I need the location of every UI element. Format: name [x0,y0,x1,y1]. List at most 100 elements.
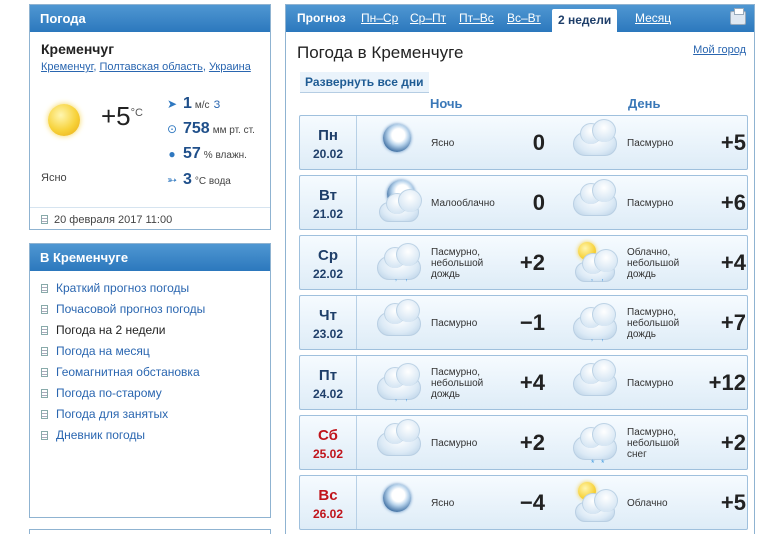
forecast-day-row[interactable]: Пт 24.02 ʼ ʼ Пасмурно, небольшой дождь +4 Пас… [299,355,748,410]
night-temperature: 0 [532,190,545,215]
forecast-tabs: Прогноз Пн–Ср Ср–Пт Пт–Вс Вс–Вт 2 недели… [286,5,754,32]
night-condition: Малооблачно [431,198,495,209]
humidity-unit: % влажн. [203,150,247,161]
city-menu-item-label: Дневник погоды [56,428,146,442]
day-date: 24.02 [312,387,344,401]
night-condition: Ясно [431,138,455,149]
current-temperature-value: +5 [101,101,131,131]
tab-wed-fri[interactable]: Ср–Пт [410,5,446,32]
document-icon [41,347,48,356]
city-menu-item-label: Краткий прогноз погоды [56,281,190,295]
cloud-rain-icon: ʼ ʼ [373,238,425,288]
tab-fri-sun[interactable]: Пт–Вс [459,5,494,32]
night-condition: Пасмурно, небольшой дождь [431,247,484,280]
tab-mon-wed[interactable]: Пн–Ср [361,5,398,32]
day-date: 21.02 [312,207,344,221]
day-name: Ср [318,247,338,264]
forecast-day-row[interactable]: Вс 26.02 Ясно −4 Облачно +5 [299,475,748,530]
document-icon [41,389,48,398]
cloud-snow-icon: * * [569,418,621,468]
day-separator [356,116,357,169]
my-city-link[interactable]: Мой город [693,44,746,56]
city-menu-item[interactable]: Дневник погоды [30,425,270,446]
location-breadcrumb: Кременчуг, Полтавская область, Украина [41,61,251,73]
night-column-header: Ночь [430,96,463,111]
city-menu-item-label: Погода на 2 недели [56,323,166,337]
city-menu-item[interactable]: Погода для занятых [30,404,270,425]
day-condition: Пасмурно [627,378,674,389]
city-menu-header: В Кременчуге [30,244,270,271]
tab-2-weeks[interactable]: 2 недели [552,9,618,32]
current-temperature: +5°C [101,101,143,132]
sun-cloud-rain-icon: ʼ ʼ [569,238,621,288]
forecast-day-row[interactable]: Пн 20.02 Ясно 0 Пасмурно +5 [299,115,748,170]
current-condition: Ясно [41,172,67,184]
cloud-icon [569,358,621,406]
tab-month[interactable]: Месяц [635,5,671,32]
day-condition: Облачно, небольшой дождь [627,247,680,280]
breadcrumb-city-link[interactable]: Кременчуг [41,61,93,73]
day-condition: Пасмурно, небольшой снег [627,427,680,460]
day-name: Пт [318,367,338,384]
day-name: Чт [319,307,337,324]
cloud-icon [373,298,425,346]
city-menu-item[interactable]: Геомагнитная обстановка [30,362,270,383]
day-date: 23.02 [312,327,344,341]
humidity-value: 57 [183,145,201,162]
night-condition: Пасмурно, небольшой дождь [431,367,484,400]
moon-cloud-icon [373,178,425,226]
wind-icon: ➤ [166,97,178,111]
document-icon [41,431,48,440]
humidity-stat: ● 57% влажн. [165,145,247,163]
city-menu-item: Погода на 2 недели [30,320,270,341]
breadcrumb-country-link[interactable]: Украина [209,61,251,73]
city-name: Кременчуг [41,41,115,57]
night-temperature: +4 [519,370,545,395]
water-value: 3 [183,171,192,188]
current-weather-header: Погода [30,5,270,32]
city-menu-item[interactable]: Почасовой прогноз погоды [30,299,270,320]
city-menu-item-label: Погода для занятых [56,407,169,421]
wind-direction: З [213,99,221,111]
forecast-day-row[interactable]: Чт 23.02 Пасмурно −1 ʼ ʼ Пасмурно, небольшой … [299,295,748,350]
day-name: Вс [318,487,338,504]
next-panel-edge [29,529,271,534]
document-icon [41,326,48,335]
day-date: 25.02 [312,447,344,461]
breadcrumb-region-link[interactable]: Полтавская область [99,61,202,73]
night-condition: Ясно [431,498,455,509]
forecast-day-row[interactable]: Вт 21.02 Малооблачно 0 Пасмурно +6 [299,175,748,230]
tab-sun-tue[interactable]: Вс–Вт [507,5,541,32]
day-name: Пн [318,127,338,144]
expand-all-days-button[interactable]: Развернуть все дни [300,72,429,93]
city-menu-panel: В Кременчуге Краткий прогноз погоды Почас… [29,243,271,518]
forecast-day-row[interactable]: Ср 22.02 ʼ ʼ Пасмурно, небольшой дождь +2 ʼ ʼ… [299,235,748,290]
water-unit: °С вода [194,176,231,187]
print-icon[interactable] [730,8,746,25]
city-menu-item-label: Погода по-старому [56,386,162,400]
cloud-icon [569,118,621,166]
night-condition: Пасмурно [431,318,478,329]
day-condition: Пасмурно, небольшой дождь [627,307,680,340]
tab-forecast[interactable]: Прогноз [297,5,346,32]
cloud-rain-icon: ʼ ʼ [373,358,425,408]
city-menu-item[interactable]: Погода по-старому [30,383,270,404]
current-temperature-unit: °C [130,107,143,119]
day-separator [356,236,357,289]
water-stat: ➳ 3 °С вода [165,171,231,189]
day-separator [356,476,357,529]
day-separator [356,416,357,469]
document-icon [41,284,48,293]
day-temperature: +7 [720,310,746,335]
day-name: Сб [318,427,338,444]
city-menu-item[interactable]: Погода на месяц [30,341,270,362]
day-temperature: +5 [720,490,746,515]
forecast-panel: Прогноз Пн–Ср Ср–Пт Пт–Вс Вс–Вт 2 недели… [285,4,755,534]
city-menu-item[interactable]: Краткий прогноз погоды [30,278,270,299]
wind-unit: м/с [194,100,210,111]
day-separator [356,176,357,229]
day-name: Вт [319,187,337,204]
night-temperature: +2 [519,430,545,455]
day-temperature: +12 [708,370,746,395]
forecast-day-row[interactable]: Сб 25.02 Пасмурно +2 * * Пасмурно, небольшой … [299,415,748,470]
